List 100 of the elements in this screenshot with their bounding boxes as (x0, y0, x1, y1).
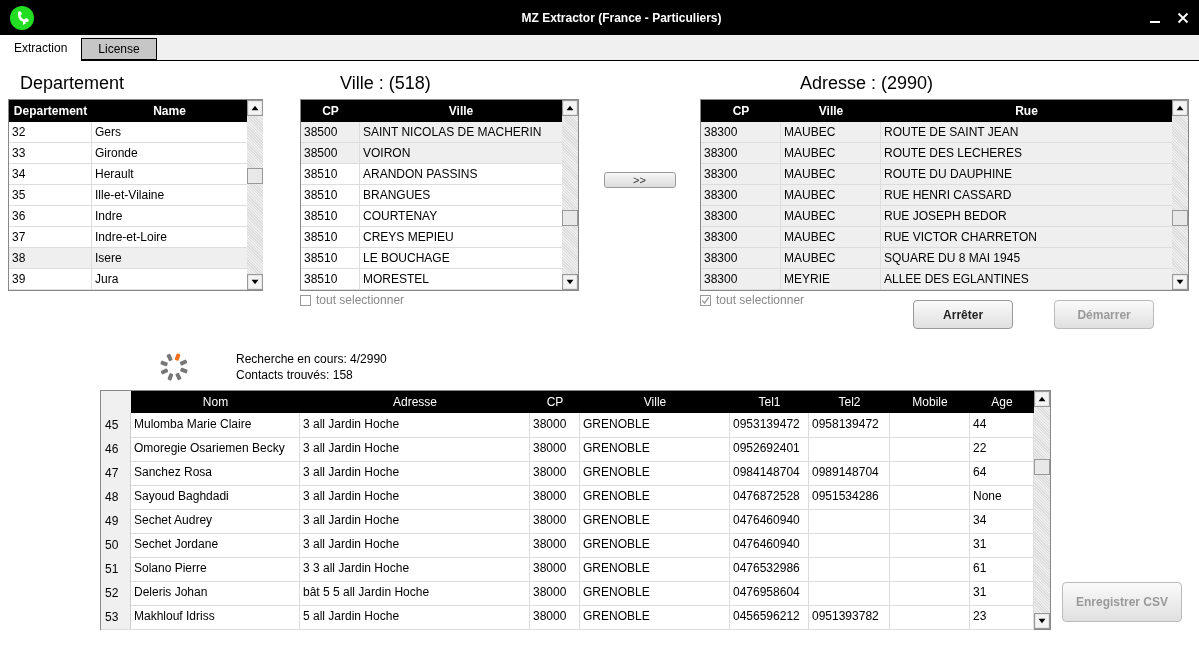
close-icon[interactable] (1177, 11, 1189, 24)
row-number: 48 (101, 485, 131, 510)
table-cell: 38000 (530, 533, 580, 558)
stop-button[interactable]: Arrêter (913, 300, 1014, 329)
column-header[interactable]: CP (701, 104, 781, 118)
table-cell: Omoregie Osariemen Becky (131, 437, 300, 462)
table-cell: 0476958604 (730, 581, 809, 606)
table-cell: 39 (9, 269, 92, 290)
table-cell: GRENOBLE (580, 533, 730, 558)
list-row[interactable]: 38510 COURTENAY (301, 206, 562, 227)
column-header[interactable]: Tel2 (809, 395, 890, 409)
list-row[interactable]: 38510 CREYS MEPIEU (301, 227, 562, 248)
table-cell: 38000 (530, 557, 580, 582)
table-cell: 0953139472 (730, 413, 809, 438)
list-row[interactable]: 34 Herault (9, 164, 247, 185)
table-cell: Sanchez Rosa (131, 461, 300, 486)
table-cell: GRENOBLE (580, 461, 730, 486)
column-header[interactable]: Adresse (300, 395, 530, 409)
section-heading: Departement (19, 72, 126, 95)
table-cell: bât 5 5 all Jardin Hoche (300, 581, 530, 606)
scrollbar-thumb[interactable] (1034, 459, 1050, 475)
list-row[interactable]: 38500 SAINT NICOLAS DE MACHERIN (301, 122, 562, 143)
section-heading: Ville : (518) (339, 72, 432, 95)
scrollbar[interactable] (1034, 391, 1050, 629)
column-header[interactable]: Ville (580, 395, 730, 409)
table-cell: 0476460940 (730, 509, 809, 534)
row-number: 53 (101, 605, 131, 630)
list-row[interactable]: 38300 MAUBEC RUE VICTOR CHARRETON (701, 227, 1172, 248)
list-row[interactable]: 36 Indre (9, 206, 247, 227)
table-cell: 0951393782 (809, 605, 890, 630)
tab[interactable]: License (81, 38, 157, 60)
table-cell: Deleris Johan (131, 581, 300, 606)
column-header[interactable]: Name (92, 104, 247, 118)
list-row[interactable]: 32 Gers (9, 122, 247, 143)
table-cell: 3 all Jardin Hoche (300, 437, 530, 462)
list-row[interactable]: 33 Gironde (9, 143, 247, 164)
list-row[interactable]: 38300 MAUBEC SQUARE DU 8 MAI 1945 (701, 248, 1172, 269)
table-cell: MEYRIE (781, 269, 881, 290)
table-cell: 0476532986 (730, 557, 809, 582)
table-cell: 3 3 all Jardin Hoche (300, 557, 530, 582)
table-cell: GRENOBLE (580, 413, 730, 438)
scrollbar[interactable] (1172, 100, 1188, 290)
list-row[interactable]: 38500 VOIRON (301, 143, 562, 164)
list-row[interactable]: 38300 MAUBEC ROUTE DE SAINT JEAN (701, 122, 1172, 143)
window-title: MZ Extractor (France - Particuliers) (520, 10, 723, 25)
list-row[interactable]: 38510 ARANDON PASSINS (301, 164, 562, 185)
scrollbar-thumb[interactable] (562, 210, 578, 226)
table-cell: Sechet Jordane (131, 533, 300, 558)
table-cell: 0456596212 (730, 605, 809, 630)
row-number: 46 (101, 437, 131, 462)
column-header[interactable]: CP (530, 395, 580, 409)
table-cell: GRENOBLE (580, 581, 730, 606)
list-row[interactable]: 38300 MAUBEC RUE HENRI CASSARD (701, 185, 1172, 206)
table-cell: 38300 (701, 269, 781, 290)
table-cell: Solano Pierre (131, 557, 300, 582)
scrollbar-thumb[interactable] (247, 168, 263, 184)
scrollbar[interactable] (562, 100, 578, 290)
row-number: 45 (101, 413, 131, 438)
column-header[interactable]: Rue (881, 104, 1172, 118)
list-row[interactable]: 35 Ille-et-Vilaine (9, 185, 247, 206)
table-cell: 38000 (530, 413, 580, 438)
checkbox-label: tout selectionner (316, 293, 405, 307)
list-row[interactable]: 38300 MAUBEC ROUTE DU DAUPHINE (701, 164, 1172, 185)
row-number: 50 (101, 533, 131, 558)
loading-spinner-icon (159, 352, 189, 382)
list-row[interactable]: 38300 MAUBEC ROUTE DES LECHERES (701, 143, 1172, 164)
list-row[interactable]: 38 Isere (9, 248, 247, 269)
list-row[interactable]: 38510 LE BOUCHAGE (301, 248, 562, 269)
table-cell: 3 all Jardin Hoche (300, 509, 530, 534)
tab[interactable]: Extraction (0, 35, 82, 61)
scrollbar-thumb[interactable] (1172, 210, 1188, 226)
column-header[interactable]: Mobile (890, 395, 970, 409)
row-number: 52 (101, 581, 131, 606)
table-cell: 38510 (301, 269, 360, 290)
list-row[interactable]: 38510 BRANGUES (301, 185, 562, 206)
list-row[interactable]: 38300 MAUBEC RUE JOSEPH BEDOR (701, 206, 1172, 227)
list-row[interactable]: 39 Jura (9, 269, 247, 290)
table-cell: GRENOBLE (580, 485, 730, 510)
checkbox-label: tout selectionner (716, 293, 805, 307)
column-header[interactable]: CP (301, 104, 360, 118)
column-header[interactable]: Tel1 (730, 395, 809, 409)
table-cell: 0989148704 (809, 461, 890, 486)
table-cell: 3 all Jardin Hoche (300, 413, 530, 438)
column-header[interactable]: Departement (9, 104, 92, 118)
table-cell: MORESTEL (360, 269, 562, 290)
table-cell: 0952692401 (730, 437, 809, 462)
list-row[interactable]: 38510 MORESTEL (301, 269, 562, 290)
table-cell: Mulomba Marie Claire (131, 413, 300, 438)
scrollbar[interactable] (247, 100, 263, 290)
column-header[interactable]: Ville (781, 104, 881, 118)
table-cell: 0476872528 (730, 485, 809, 510)
column-header[interactable]: Nom (131, 395, 300, 409)
column-header[interactable]: Age (970, 395, 1034, 409)
column-header[interactable]: Ville (360, 104, 562, 118)
transfer-button[interactable]: >> (603, 172, 676, 188)
row-number: 47 (101, 461, 131, 486)
list-row[interactable]: 37 Indre-et-Loire (9, 227, 247, 248)
table-cell: 0476460940 (730, 533, 809, 558)
list-row[interactable]: 38300 MEYRIE ALLEE DES EGLANTINES (701, 269, 1172, 290)
progress-text: Recherche en cours: 4/2990 (236, 351, 387, 367)
